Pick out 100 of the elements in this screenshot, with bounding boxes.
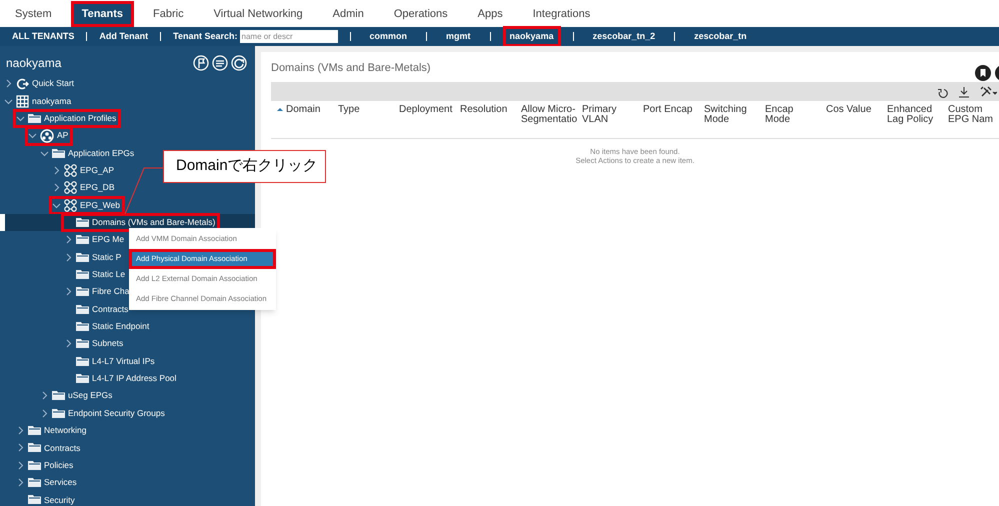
tree-row-selected[interactable]: Domains (VMs and Bare-Metals): [0, 214, 255, 232]
search-field[interactable]: name or descr: [240, 30, 338, 43]
tree-item[interactable]: L4-L7 Virtual IPs: [92, 354, 155, 368]
tree-item[interactable]: Application EPGs: [68, 146, 134, 160]
tenant-link[interactable]: mgmt: [439, 26, 478, 48]
column-header[interactable]: Allow Micro-Segmentatio: [521, 105, 578, 125]
nav-tab[interactable]: Fabric: [142, 1, 195, 27]
chevron-down-icon[interactable]: [4, 96, 13, 106]
column-header[interactable]: Switching Mode: [704, 105, 759, 125]
folder-icon: [28, 425, 41, 436]
tree-item[interactable]: Networking: [44, 424, 87, 437]
folder-icon: [76, 252, 89, 263]
chevron-right-icon[interactable]: [64, 235, 73, 244]
column-header[interactable]: Encap Mode: [765, 105, 820, 125]
chevron-right-icon[interactable]: [52, 183, 61, 192]
folder-icon: [76, 268, 89, 280]
nav-tab[interactable]: Operations: [382, 1, 459, 27]
folder-icon: [76, 356, 89, 367]
play-icon: [16, 78, 29, 90]
refresh-icon: [231, 54, 247, 70]
chevron-right-icon[interactable]: [64, 287, 73, 296]
group-icon: [64, 198, 77, 212]
sidebar-title: naokyama: [6, 54, 62, 72]
nav-tab[interactable]: Integrations: [522, 1, 602, 27]
chevron-right-icon[interactable]: [16, 478, 25, 488]
tree-item[interactable]: Static Endpoint: [92, 320, 150, 333]
tree-item[interactable]: EPG_DB: [80, 181, 114, 194]
folder-icon: [52, 148, 65, 159]
folder-icon: [52, 390, 65, 402]
tree-item[interactable]: Fibre Cha: [92, 285, 130, 298]
column-header[interactable]: Port Encap: [643, 105, 692, 115]
chevron-right-icon[interactable]: [64, 339, 73, 348]
tenant-bar-link[interactable]: ALL TENANTS: [12, 30, 74, 44]
column-header[interactable]: Primary VLAN: [582, 105, 637, 125]
group-icon: [64, 164, 77, 177]
folder-icon: [28, 460, 41, 471]
tree-item[interactable]: Services: [44, 476, 77, 489]
nav-tab[interactable]: Tenants: [70, 1, 134, 27]
nav-tab[interactable]: System: [4, 1, 63, 27]
panel-title: Domains (VMs and Bare-Metals): [271, 60, 431, 76]
tree-item[interactable]: Quick Start: [32, 77, 74, 90]
tree-item[interactable]: Static P: [92, 250, 122, 264]
tree-item[interactable]: Contracts: [44, 442, 80, 454]
folder-icon: [76, 338, 89, 350]
tree-item[interactable]: EPG_Web: [80, 198, 120, 212]
folder-icon: [76, 320, 89, 332]
folder-icon: [28, 477, 41, 488]
tree-item[interactable]: naokyama: [32, 94, 72, 108]
tree-item[interactable]: uSeg EPGs: [68, 389, 112, 402]
chevron-right-icon[interactable]: [64, 252, 73, 262]
list-icon: [212, 54, 228, 70]
group-icon: [64, 181, 77, 194]
folder-icon: [76, 304, 89, 315]
column-header[interactable]: Cos Value: [826, 105, 872, 115]
tree-item[interactable]: L4-L7 IP Address Pool: [92, 372, 176, 385]
nav-tab[interactable]: Virtual Networking: [202, 1, 314, 27]
column-header[interactable]: Resolution: [460, 105, 508, 115]
tree-item[interactable]: Domains (VMs and Bare-Metals): [92, 216, 216, 229]
tree-item[interactable]: Policies: [44, 458, 74, 472]
chevron-right-icon[interactable]: [16, 460, 25, 470]
folder-icon: [76, 234, 89, 246]
column-header[interactable]: Custom EPG Nam: [948, 105, 999, 125]
tree-item[interactable]: Contracts: [92, 302, 128, 316]
chevron-right-icon[interactable]: [16, 426, 25, 436]
grid-icon: [16, 94, 29, 108]
chevron-right-icon[interactable]: [16, 443, 25, 452]
tree-item[interactable]: Subnets: [92, 337, 124, 350]
tree-item[interactable]: Application Profiles: [44, 112, 116, 125]
tenant-link[interactable]: zescobar_tn: [687, 26, 754, 48]
column-header[interactable]: Deployment: [399, 105, 452, 115]
tree-item[interactable]: Endpoint Security Groups: [68, 406, 165, 420]
tree-item[interactable]: Static Le: [92, 268, 126, 281]
chevron-down-icon[interactable]: [16, 114, 25, 123]
nav-tab[interactable]: Apps: [466, 1, 514, 27]
chevron-right-icon[interactable]: [40, 408, 49, 418]
folder-icon: [52, 408, 65, 419]
tools-icon: [980, 86, 997, 98]
search-label: Tenant Search:: [173, 30, 238, 43]
chevron-down-icon[interactable]: [40, 148, 49, 158]
tenant-link[interactable]: common: [362, 26, 414, 48]
column-header[interactable]: Type: [338, 105, 360, 115]
chevron-right-icon[interactable]: [40, 391, 49, 400]
folder-icon: [76, 286, 89, 298]
chevron-right-icon[interactable]: [52, 166, 61, 175]
tree-item[interactable]: AP: [57, 129, 68, 142]
tree-item[interactable]: EPG Me: [92, 233, 124, 246]
tenant-bar-link[interactable]: Add Tenant: [99, 30, 148, 44]
tree-item[interactable]: EPG_AP: [80, 164, 114, 177]
bookmark-icon: [975, 65, 991, 81]
chevron-down-icon[interactable]: [28, 131, 37, 140]
nav-tab[interactable]: Admin: [322, 1, 375, 27]
tree-item[interactable]: Security: [44, 494, 75, 506]
column-header[interactable]: Domain: [286, 105, 320, 115]
folder-icon: [28, 442, 41, 454]
network-icon: [40, 128, 54, 143]
column-header[interactable]: Enhanced Lag Policy: [887, 105, 942, 125]
chevron-down-icon[interactable]: [52, 200, 61, 210]
callout-label: Domainで右クリック: [163, 150, 326, 183]
tenant-link[interactable]: zescobar_tn_2: [586, 26, 662, 48]
chevron-right-icon[interactable]: [4, 79, 13, 88]
